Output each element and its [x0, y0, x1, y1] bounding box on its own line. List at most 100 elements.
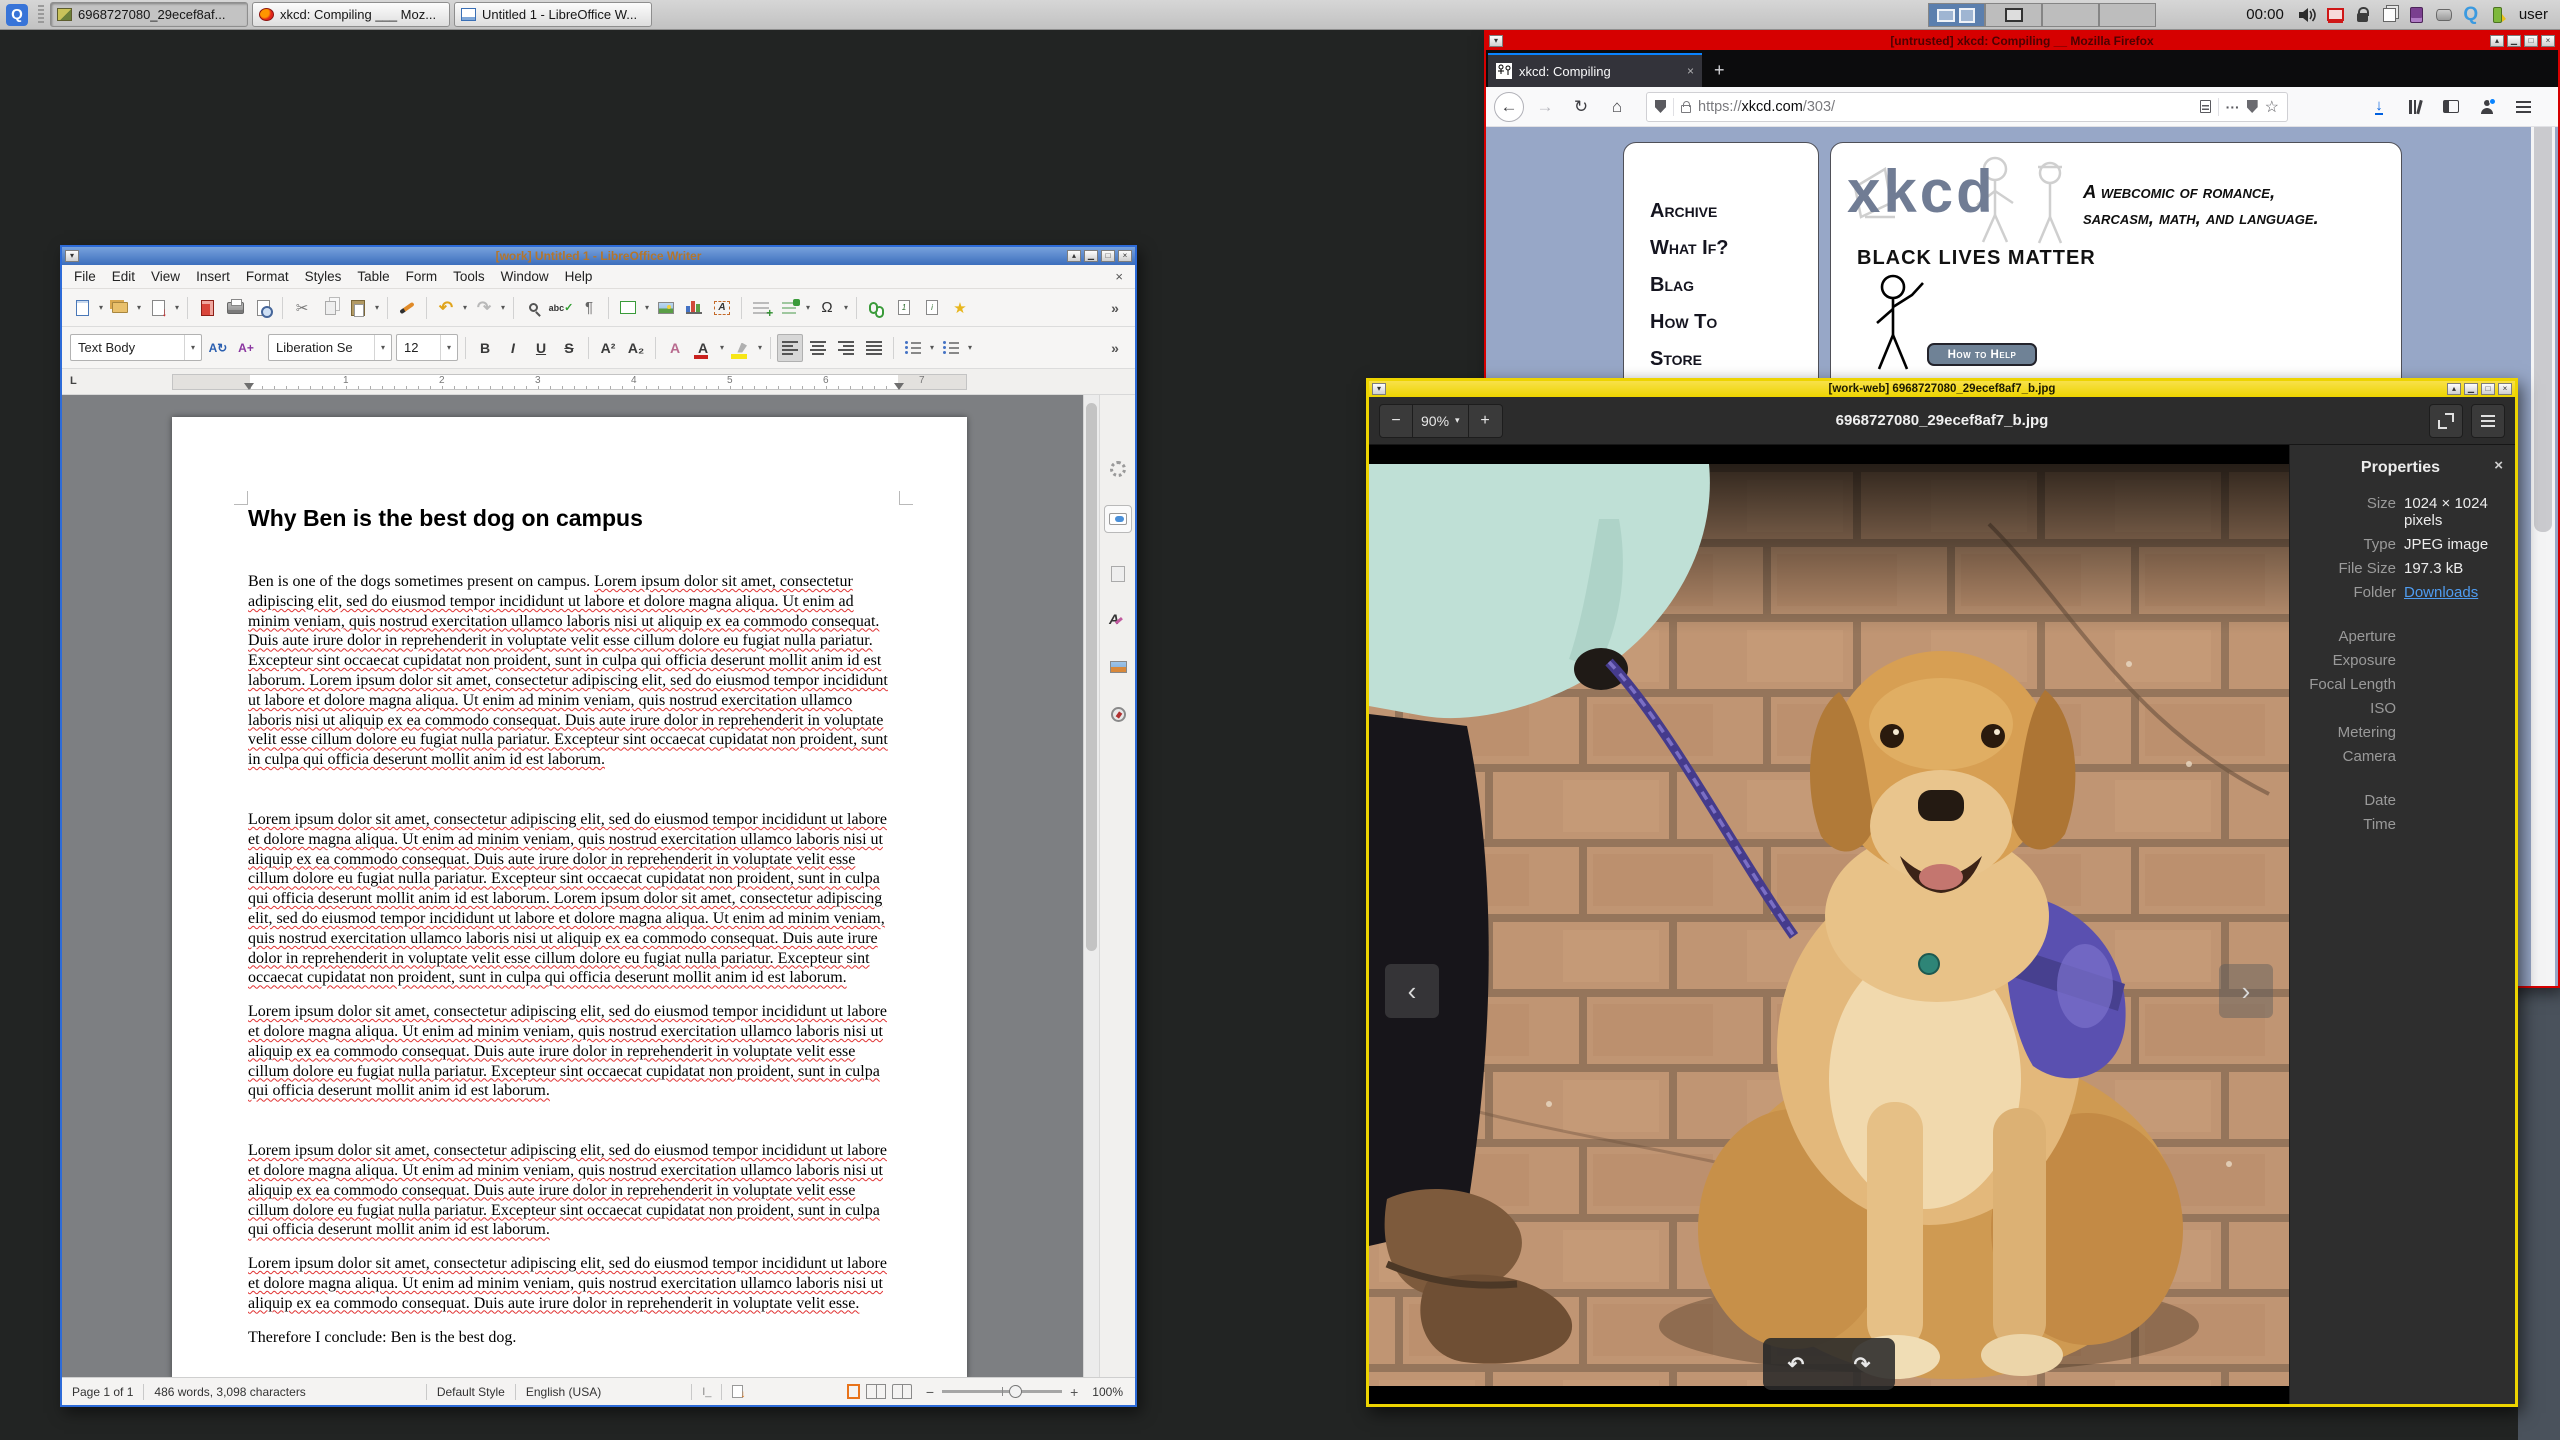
menu-styles[interactable]: Styles [297, 266, 350, 287]
table-dropdown-icon[interactable]: ▾ [642, 303, 652, 312]
save-dropdown-icon[interactable]: ▾ [172, 303, 182, 312]
workspace-3[interactable] [2042, 2, 2100, 27]
forward-button[interactable]: → [1530, 92, 1560, 122]
sidebar-toggle-button[interactable] [2436, 92, 2466, 122]
firefox-titlebar[interactable]: ▾ [untrusted] xkcd: Compiling __ Mozilla… [1486, 32, 2558, 50]
maximize-button[interactable]: □ [1101, 250, 1115, 262]
insert-hyperlink-button[interactable] [863, 294, 889, 322]
menu-format[interactable]: Format [238, 266, 297, 287]
volume-icon[interactable] [2298, 5, 2320, 25]
left-indent-marker[interactable] [244, 383, 254, 390]
shade-button[interactable]: ▴ [1067, 250, 1081, 262]
open-dropdown-icon[interactable]: ▾ [134, 303, 144, 312]
align-right-button[interactable] [833, 334, 859, 362]
app-menu-button[interactable] [2508, 92, 2538, 122]
reader-mode-icon[interactable] [2199, 100, 2211, 113]
disk-tray-icon[interactable] [2433, 5, 2455, 25]
highlight-color-button[interactable] [728, 334, 754, 362]
paste-dropdown-icon[interactable]: ▾ [372, 303, 382, 312]
book-view-icon[interactable] [891, 1384, 912, 1399]
reload-button[interactable]: ↻ [1566, 92, 1596, 122]
sidebar-styles-tab[interactable]: A [1104, 605, 1132, 633]
close-button[interactable]: × [1118, 250, 1132, 262]
zoom-slider-thumb[interactable] [1009, 1385, 1023, 1398]
zoom-out-button[interactable]: − [1379, 403, 1413, 438]
tab-stop-selector[interactable]: L [70, 375, 77, 387]
save-to-pocket-icon[interactable] [2246, 100, 2258, 113]
shade-button[interactable]: ▴ [2490, 35, 2504, 47]
sidebar-settings-button[interactable] [1104, 455, 1132, 483]
bullet-dropdown-icon[interactable]: ▾ [927, 343, 937, 352]
viewer-menu-button[interactable] [2471, 403, 2505, 438]
minimize-button[interactable]: ▁ [2507, 35, 2521, 47]
close-document-icon[interactable]: × [1107, 266, 1131, 287]
paste-button[interactable] [345, 294, 371, 322]
special-char-dropdown-icon[interactable]: ▾ [841, 303, 851, 312]
new-dropdown-icon[interactable]: ▾ [96, 303, 106, 312]
folder-link[interactable]: Downloads [2404, 584, 2478, 601]
strikethrough-button[interactable]: S [556, 334, 582, 362]
unsaved-changes-icon[interactable] [732, 1385, 745, 1400]
font-color-dropdown-icon[interactable]: ▾ [717, 343, 727, 352]
align-center-button[interactable] [805, 334, 831, 362]
sidebar-navigator-tab[interactable] [1104, 700, 1132, 728]
align-left-button[interactable] [777, 333, 803, 362]
maximize-button[interactable]: □ [2524, 35, 2538, 47]
page-scrollbar-thumb[interactable] [2534, 127, 2552, 532]
document-heading[interactable]: Why Ben is the best dog on campus [248, 505, 891, 532]
nav-link-archive[interactable]: Archive [1650, 193, 1818, 230]
url-bar[interactable]: https://xkcd.com/303/ ··· ☆ [1646, 91, 2288, 122]
align-justified-button[interactable] [861, 334, 887, 362]
numbered-list-button[interactable] [938, 334, 964, 362]
next-image-button[interactable]: › [2219, 964, 2273, 1018]
nav-link-store[interactable]: Store [1650, 341, 1818, 378]
fullscreen-button[interactable] [2429, 403, 2463, 438]
menu-edit[interactable]: Edit [104, 266, 143, 287]
zoom-slider[interactable] [942, 1385, 1063, 1398]
highlight-dropdown-icon[interactable]: ▾ [755, 343, 765, 352]
cut-button[interactable]: ✂ [289, 294, 315, 322]
menu-help[interactable]: Help [557, 266, 601, 287]
multi-page-view-icon[interactable] [865, 1384, 886, 1399]
field-dropdown-icon[interactable]: ▾ [803, 303, 813, 312]
new-tab-button[interactable]: + [1702, 60, 1737, 87]
home-button[interactable]: ⌂ [1602, 92, 1632, 122]
copy-button[interactable] [317, 294, 343, 322]
menu-form[interactable]: Form [398, 266, 446, 287]
page-scrollbar[interactable] [2531, 127, 2555, 986]
update-style-button[interactable]: A↻ [205, 334, 231, 362]
bullet-list-button[interactable] [900, 334, 926, 362]
menu-file[interactable]: File [66, 266, 104, 287]
numbered-dropdown-icon[interactable]: ▾ [965, 343, 975, 352]
zoom-level-dropdown[interactable]: 90% ▾ [1413, 403, 1469, 438]
insert-endnote-button[interactable]: i [919, 294, 945, 322]
tracking-shield-icon[interactable] [1655, 100, 1666, 113]
display-tray-icon[interactable] [2325, 5, 2347, 25]
document-paragraph[interactable]: Lorem ipsum dolor sit amet, consectetur … [248, 810, 891, 988]
downloads-button[interactable]: ↓ [2364, 92, 2394, 122]
print-button[interactable] [222, 294, 248, 322]
close-button[interactable]: × [2541, 35, 2555, 47]
print-preview-button[interactable] [250, 294, 276, 322]
insert-image-button[interactable] [653, 294, 679, 322]
bold-button[interactable]: B [472, 334, 498, 362]
insert-mode-icon[interactable]: I_ [702, 1386, 711, 1398]
export-pdf-button[interactable] [194, 294, 220, 322]
maximize-button[interactable]: □ [2481, 383, 2495, 395]
zoom-out-icon[interactable]: − [926, 1384, 934, 1400]
zoom-percent-status[interactable]: 100% [1092, 1385, 1123, 1399]
qubes-tray-icon[interactable]: Q [2460, 4, 2482, 25]
redo-button[interactable]: ↷ [471, 294, 497, 322]
minimize-button[interactable]: ▁ [2464, 383, 2478, 395]
word-count-status[interactable]: 486 words, 3,098 characters [154, 1385, 305, 1399]
clone-formatting-button[interactable] [394, 294, 420, 322]
find-replace-button[interactable] [520, 294, 546, 322]
clear-formatting-button[interactable]: A [662, 334, 688, 362]
formatting-marks-button[interactable]: ¶ [576, 294, 602, 322]
document-paragraph[interactable]: Lorem ipsum dolor sit amet, consectetur … [248, 1141, 891, 1240]
font-size-combo[interactable]: 12 ▾ [396, 334, 458, 361]
insert-bookmark-button[interactable]: ★ [947, 294, 973, 322]
menu-table[interactable]: Table [349, 266, 397, 287]
how-to-help-button[interactable]: How to Help [1927, 343, 2037, 366]
undo-button[interactable]: ↶ [433, 294, 459, 322]
